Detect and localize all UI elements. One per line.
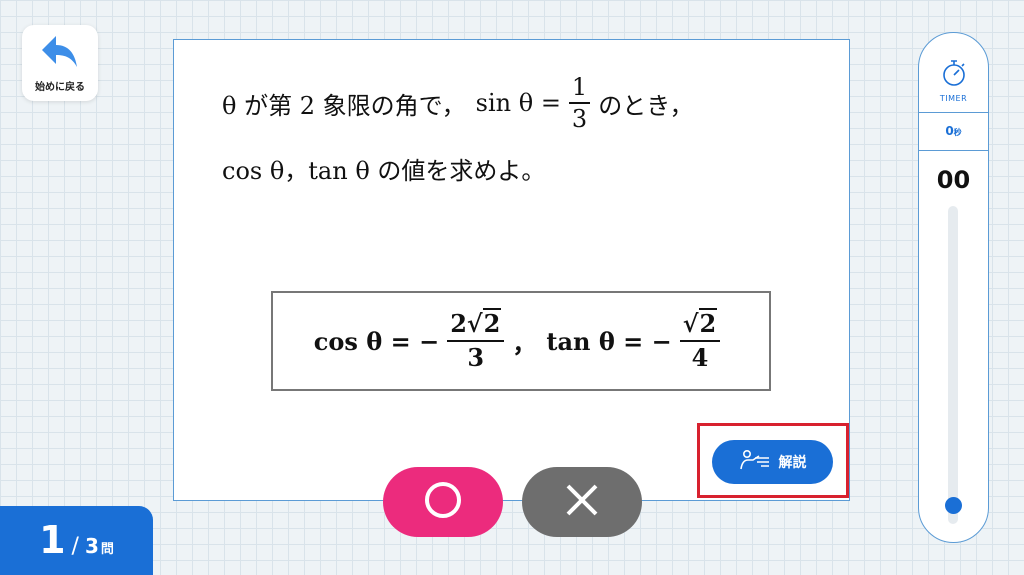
fraction-denominator: 3 — [571, 105, 588, 133]
tan-denominator: 4 — [691, 343, 709, 372]
back-button-label: 始めに戻る — [35, 81, 85, 93]
timer-panel: TIMER 0秒 00 — [918, 32, 989, 543]
sqrt-symbol: √ 2 — [466, 308, 502, 338]
answer-tan-expression: tan θ = − — [546, 326, 672, 356]
correct-button[interactable] — [383, 467, 503, 537]
question-line-1: θ が第 2 象限の角で， sin θ = 1 3 のとき， — [222, 68, 693, 138]
cross-icon — [564, 482, 600, 522]
incorrect-button[interactable] — [522, 467, 642, 537]
timer-seconds: 0秒 — [919, 124, 988, 138]
question-text-prefix: θ が第 2 象限の角で， — [222, 91, 466, 120]
fraction-numerator: 1 — [571, 73, 588, 101]
cos-denominator: 3 — [467, 343, 485, 372]
answer-separator: ， — [512, 328, 537, 358]
question-counter: 1 / 3 問 — [0, 506, 153, 575]
timer-progress-track — [948, 206, 958, 524]
question-sin-expression: sin θ = — [475, 89, 561, 117]
explain-button-label: 解説 — [778, 455, 807, 471]
question-fraction: 1 3 — [568, 72, 591, 134]
circle-icon — [423, 480, 463, 524]
sqrt-symbol: √ 2 — [682, 308, 718, 338]
question-line-2: cos θ，tan θ の値を求めよ。 — [222, 156, 546, 185]
cos-numerator-radicand: 2 — [482, 308, 502, 338]
counter-separator: / — [71, 534, 79, 559]
timer-seconds-unit: 秒 — [953, 128, 962, 137]
answer-cos-expression: cos θ = − — [313, 326, 440, 356]
answer-cos-fraction: 2√ 2 3 — [447, 308, 505, 374]
back-to-start-button[interactable]: 始めに戻る — [22, 25, 98, 101]
stopwatch-icon — [941, 58, 967, 92]
timer-progress-knob — [945, 497, 962, 514]
counter-unit: 問 — [100, 542, 114, 557]
answer-box: cos θ = − 2√ 2 3 ， tan θ = − √ 2 4 — [271, 291, 771, 391]
tan-numerator-radicand: 2 — [698, 308, 718, 338]
back-arrow-icon — [40, 34, 80, 74]
timer-label: TIMER — [939, 94, 968, 103]
total-question-number: 3 — [84, 534, 99, 558]
timer-display: 00 — [936, 166, 971, 194]
question-text-suffix: のとき， — [598, 91, 694, 120]
timer-seconds-value: 0 — [945, 124, 954, 138]
current-question-number: 1 — [39, 518, 66, 562]
explain-button[interactable]: 解説 — [712, 440, 833, 484]
answer-tan-fraction: √ 2 4 — [679, 308, 721, 374]
cos-numerator-coefficient: 2 — [450, 309, 467, 338]
teacher-board-icon — [739, 449, 773, 475]
